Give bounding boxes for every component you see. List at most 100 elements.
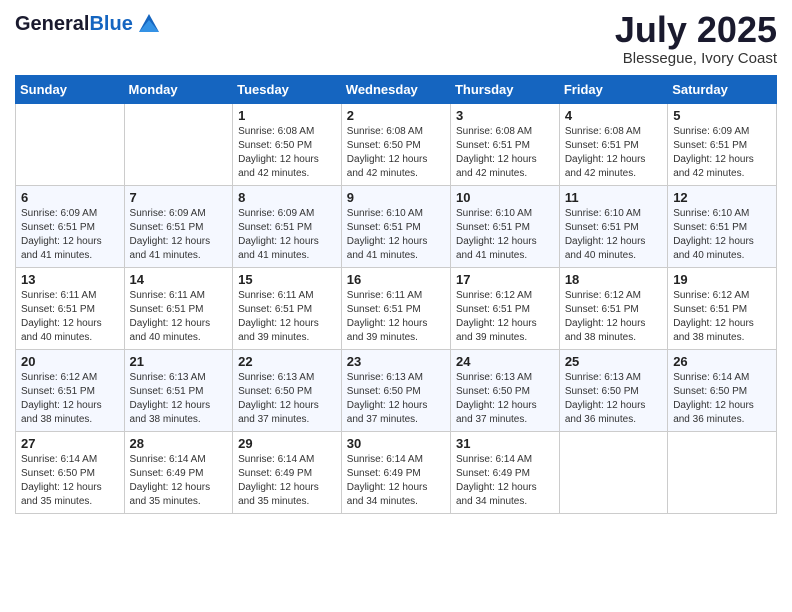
- calendar-cell: 16 Sunrise: 6:11 AMSunset: 6:51 PMDayligh…: [341, 267, 450, 349]
- calendar-cell: 25 Sunrise: 6:13 AMSunset: 6:50 PMDayligh…: [559, 349, 667, 431]
- calendar-cell: 30Sunrise: 6:14 AMSunset: 6:49 PMDayligh…: [341, 431, 450, 513]
- calendar-day-header: Wednesday: [341, 75, 450, 103]
- day-number: 8: [238, 190, 336, 205]
- calendar-cell: [559, 431, 667, 513]
- calendar-cell: 21 Sunrise: 6:13 AMSunset: 6:51 PMDayligh…: [124, 349, 233, 431]
- logo-general: GeneralBlue: [15, 13, 133, 35]
- calendar-cell: 31Sunrise: 6:14 AMSunset: 6:49 PMDayligh…: [450, 431, 559, 513]
- day-info: Sunrise: 6:12 AMSunset: 6:51 PMDaylight:…: [673, 289, 771, 345]
- calendar-cell: 9Sunrise: 6:10 AMSunset: 6:51 PMDaylight…: [341, 185, 450, 267]
- day-info: Sunrise: 6:12 AMSunset: 6:51 PMDaylight:…: [21, 371, 119, 427]
- day-info: Sunrise: 6:10 AMSunset: 6:51 PMDaylight:…: [673, 207, 771, 263]
- calendar-day-header: Sunday: [16, 75, 125, 103]
- calendar-cell: 4 Sunrise: 6:08 AMSunset: 6:51 PMDaylight…: [559, 103, 667, 185]
- day-number: 13: [21, 272, 119, 287]
- calendar-cell: [124, 103, 233, 185]
- day-number: 2: [347, 108, 445, 123]
- day-info: Sunrise: 6:14 AMSunset: 6:49 PMDaylight:…: [130, 453, 228, 509]
- day-number: 22: [238, 354, 336, 369]
- calendar-week-row: 1 Sunrise: 6:08 AMSunset: 6:50 PMDaylight…: [16, 103, 777, 185]
- day-number: 19: [673, 272, 771, 287]
- calendar-week-row: 6 Sunrise: 6:09 AMSunset: 6:51 PMDaylight…: [16, 185, 777, 267]
- day-number: 7: [130, 190, 228, 205]
- day-info: Sunrise: 6:10 AMSunset: 6:51 PMDaylight:…: [456, 207, 554, 263]
- day-info: Sunrise: 6:09 AMSunset: 6:51 PMDaylight:…: [238, 207, 336, 263]
- calendar-day-header: Friday: [559, 75, 667, 103]
- day-number: 16: [347, 272, 445, 287]
- calendar-cell: 11 Sunrise: 6:10 AMSunset: 6:51 PMDayligh…: [559, 185, 667, 267]
- calendar-cell: 18Sunrise: 6:12 AMSunset: 6:51 PMDayligh…: [559, 267, 667, 349]
- day-number: 6: [21, 190, 119, 205]
- day-info: Sunrise: 6:12 AMSunset: 6:51 PMDaylight:…: [456, 289, 554, 345]
- day-info: Sunrise: 6:13 AMSunset: 6:50 PMDaylight:…: [347, 371, 445, 427]
- calendar-cell: 26 Sunrise: 6:14 AMSunset: 6:50 PMDayligh…: [668, 349, 777, 431]
- calendar-cell: 29Sunrise: 6:14 AMSunset: 6:49 PMDayligh…: [233, 431, 342, 513]
- calendar-cell: 22 Sunrise: 6:13 AMSunset: 6:50 PMDayligh…: [233, 349, 342, 431]
- calendar-cell: 7 Sunrise: 6:09 AMSunset: 6:51 PMDaylight…: [124, 185, 233, 267]
- calendar-cell: 20Sunrise: 6:12 AMSunset: 6:51 PMDayligh…: [16, 349, 125, 431]
- day-info: Sunrise: 6:10 AMSunset: 6:51 PMDaylight:…: [565, 207, 662, 263]
- location: Blessegue, Ivory Coast: [615, 50, 777, 67]
- logo-icon: [135, 10, 163, 38]
- day-number: 12: [673, 190, 771, 205]
- calendar-cell: 6 Sunrise: 6:09 AMSunset: 6:51 PMDaylight…: [16, 185, 125, 267]
- day-info: Sunrise: 6:09 AMSunset: 6:51 PMDaylight:…: [21, 207, 119, 263]
- day-number: 23: [347, 354, 445, 369]
- calendar-cell: 2 Sunrise: 6:08 AMSunset: 6:50 PMDaylight…: [341, 103, 450, 185]
- calendar-cell: 15 Sunrise: 6:11 AMSunset: 6:51 PMDayligh…: [233, 267, 342, 349]
- day-number: 5: [673, 108, 771, 123]
- day-info: Sunrise: 6:10 AMSunset: 6:51 PMDaylight:…: [347, 207, 445, 263]
- day-info: Sunrise: 6:13 AMSunset: 6:50 PMDaylight:…: [238, 371, 336, 427]
- logo: GeneralBlue: [15, 10, 163, 38]
- day-info: Sunrise: 6:13 AMSunset: 6:51 PMDaylight:…: [130, 371, 228, 427]
- calendar-cell: [16, 103, 125, 185]
- calendar-cell: 23 Sunrise: 6:13 AMSunset: 6:50 PMDayligh…: [341, 349, 450, 431]
- day-number: 17: [456, 272, 554, 287]
- calendar-header-row: SundayMondayTuesdayWednesdayThursdayFrid…: [16, 75, 777, 103]
- calendar-cell: 13 Sunrise: 6:11 AMSunset: 6:51 PMDayligh…: [16, 267, 125, 349]
- day-number: 24: [456, 354, 554, 369]
- day-info: Sunrise: 6:08 AMSunset: 6:50 PMDaylight:…: [238, 125, 336, 181]
- day-info: Sunrise: 6:13 AMSunset: 6:50 PMDaylight:…: [565, 371, 662, 427]
- day-number: 11: [565, 190, 662, 205]
- day-info: Sunrise: 6:11 AMSunset: 6:51 PMDaylight:…: [347, 289, 445, 345]
- title-block: July 2025 Blessegue, Ivory Coast: [615, 10, 777, 67]
- page-container: GeneralBlue July 2025 Blessegue, Ivory C…: [0, 0, 792, 529]
- day-number: 1: [238, 108, 336, 123]
- day-info: Sunrise: 6:08 AMSunset: 6:51 PMDaylight:…: [565, 125, 662, 181]
- calendar-cell: 14 Sunrise: 6:11 AMSunset: 6:51 PMDayligh…: [124, 267, 233, 349]
- day-number: 4: [565, 108, 662, 123]
- calendar-week-row: 13 Sunrise: 6:11 AMSunset: 6:51 PMDayligh…: [16, 267, 777, 349]
- calendar-cell: 3Sunrise: 6:08 AMSunset: 6:51 PMDaylight…: [450, 103, 559, 185]
- calendar-day-header: Thursday: [450, 75, 559, 103]
- day-info: Sunrise: 6:11 AMSunset: 6:51 PMDaylight:…: [130, 289, 228, 345]
- calendar-cell: 19 Sunrise: 6:12 AMSunset: 6:51 PMDayligh…: [668, 267, 777, 349]
- day-number: 30: [347, 436, 445, 451]
- day-number: 21: [130, 354, 228, 369]
- calendar-cell: 27Sunrise: 6:14 AMSunset: 6:50 PMDayligh…: [16, 431, 125, 513]
- calendar-day-header: Monday: [124, 75, 233, 103]
- day-number: 25: [565, 354, 662, 369]
- calendar-cell: [668, 431, 777, 513]
- day-number: 31: [456, 436, 554, 451]
- calendar-cell: 24 Sunrise: 6:13 AMSunset: 6:50 PMDayligh…: [450, 349, 559, 431]
- day-info: Sunrise: 6:11 AMSunset: 6:51 PMDaylight:…: [21, 289, 119, 345]
- day-number: 28: [130, 436, 228, 451]
- day-info: Sunrise: 6:11 AMSunset: 6:51 PMDaylight:…: [238, 289, 336, 345]
- day-number: 3: [456, 108, 554, 123]
- day-info: Sunrise: 6:14 AMSunset: 6:49 PMDaylight:…: [238, 453, 336, 509]
- day-info: Sunrise: 6:12 AMSunset: 6:51 PMDaylight:…: [565, 289, 662, 345]
- calendar-cell: 1 Sunrise: 6:08 AMSunset: 6:50 PMDaylight…: [233, 103, 342, 185]
- day-number: 27: [21, 436, 119, 451]
- calendar-cell: 5Sunrise: 6:09 AMSunset: 6:51 PMDaylight…: [668, 103, 777, 185]
- day-number: 14: [130, 272, 228, 287]
- calendar-cell: 8 Sunrise: 6:09 AMSunset: 6:51 PMDaylight…: [233, 185, 342, 267]
- day-number: 26: [673, 354, 771, 369]
- day-info: Sunrise: 6:14 AMSunset: 6:50 PMDaylight:…: [673, 371, 771, 427]
- calendar-cell: 28 Sunrise: 6:14 AMSunset: 6:49 PMDayligh…: [124, 431, 233, 513]
- day-info: Sunrise: 6:09 AMSunset: 6:51 PMDaylight:…: [130, 207, 228, 263]
- day-info: Sunrise: 6:13 AMSunset: 6:50 PMDaylight:…: [456, 371, 554, 427]
- calendar-table: SundayMondayTuesdayWednesdayThursdayFrid…: [15, 75, 777, 514]
- day-info: Sunrise: 6:08 AMSunset: 6:50 PMDaylight:…: [347, 125, 445, 181]
- day-number: 15: [238, 272, 336, 287]
